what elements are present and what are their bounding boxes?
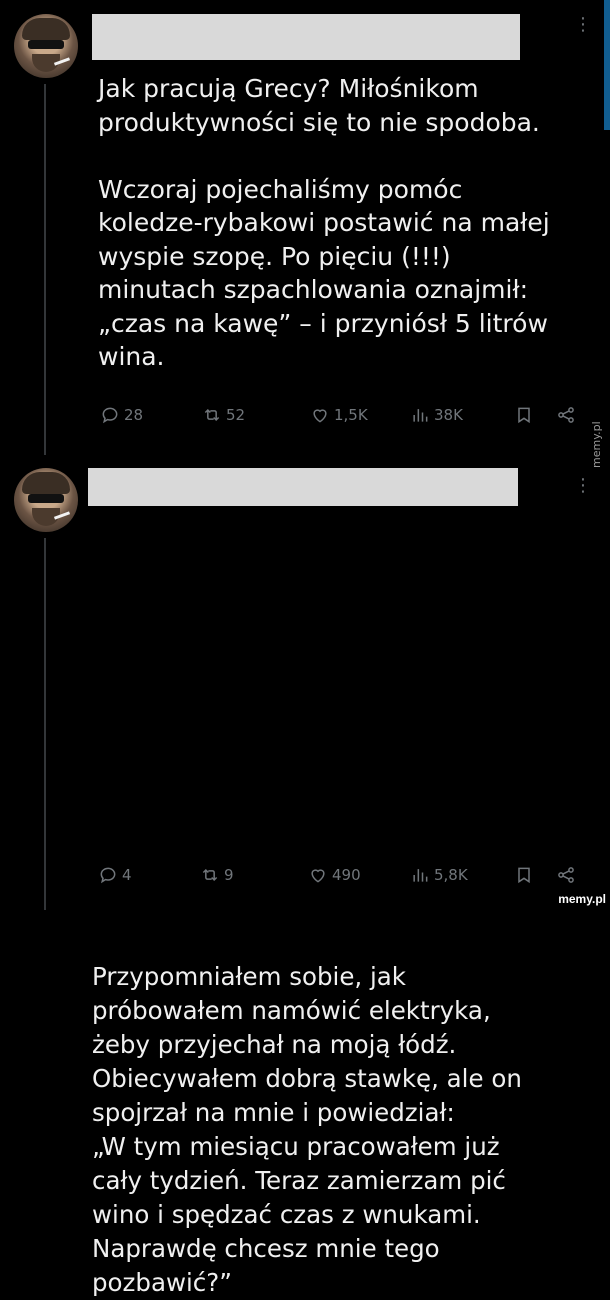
reply-count: 4 [122,866,132,884]
reply-button[interactable]: 28 [100,400,143,430]
retweet-icon [204,408,220,422]
like-count: 490 [332,866,361,884]
reply-count: 28 [124,406,144,424]
share-button[interactable] [556,400,576,430]
retweet-button[interactable]: 52 [202,400,245,430]
tweet-2[interactable]: ⋮ Przypomniałem sobie, jak próbowałem na… [0,455,610,1297]
like-count: 1,5K [334,406,368,424]
reply-icon [100,867,116,884]
share-icon [558,407,574,423]
avatar[interactable] [14,468,78,532]
views-count: 5,8K [434,866,468,884]
share-icon [558,867,574,883]
heart-icon [313,409,327,423]
retweet-count: 9 [224,866,234,884]
retweet-icon [202,868,218,882]
tweet-1[interactable]: ⋮ Jak pracują Grecy? Miłośnikom produkty… [0,0,610,455]
tweet-actions: 28 52 1,5K 38K [0,400,610,430]
redacted-author-name [92,14,520,60]
reply-button[interactable]: 4 [98,860,132,890]
bottom-watermark: memy.pl [558,892,606,906]
more-options-icon[interactable]: ⋮ [574,16,592,34]
like-button[interactable]: 1,5K [310,400,368,430]
bookmark-icon [518,407,530,424]
avatar[interactable] [14,14,78,78]
more-options-icon[interactable]: ⋮ [574,477,592,495]
redacted-author-name [88,468,518,506]
heart-icon [311,869,325,883]
tweet-text: Przypomniałem sobie, jak próbowałem namó… [92,962,522,1297]
reply-icon [102,407,118,424]
bookmark-button[interactable] [514,860,534,890]
views-count: 38K [434,406,463,424]
retweet-count: 52 [226,406,246,424]
views-button[interactable]: 38K [410,400,463,430]
retweet-button[interactable]: 9 [200,860,234,890]
like-button[interactable]: 490 [308,860,361,890]
bookmark-icon [518,867,530,884]
views-icon [413,409,428,422]
tweet-text: Jak pracują Grecy? Miłośnikom produktywn… [98,74,550,371]
views-icon [413,869,428,882]
tweet-actions: 4 9 490 5,8K [0,860,610,890]
bookmark-button[interactable] [514,400,534,430]
share-button[interactable] [556,860,576,890]
thread-line [44,538,46,910]
views-button[interactable]: 5,8K [410,860,468,890]
